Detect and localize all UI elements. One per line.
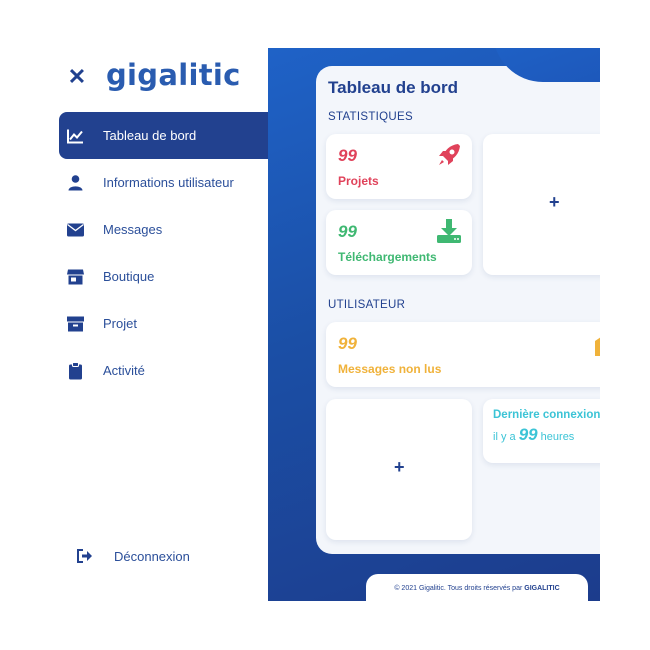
brand-logo: gigalitic bbox=[106, 58, 241, 92]
last-login-prefix: il y a bbox=[493, 431, 516, 443]
logout-label: Déconnexion bbox=[114, 548, 190, 564]
sidebar-item-label: Tableau de bord bbox=[103, 128, 197, 143]
page-title: Tableau de bord bbox=[328, 78, 459, 97]
add-user-tile[interactable]: + bbox=[326, 399, 472, 540]
clock-icon bbox=[595, 439, 600, 453]
sidebar-item-label: Activité bbox=[103, 363, 145, 378]
close-menu-button[interactable]: ✕ bbox=[66, 66, 88, 88]
logout-button[interactable]: Déconnexion bbox=[76, 545, 190, 567]
rocket-icon bbox=[436, 142, 462, 168]
envelope-open-icon bbox=[594, 332, 600, 358]
last-login-label: Dernière connexion bbox=[493, 409, 600, 421]
projects-label: Projets bbox=[338, 174, 379, 188]
unread-messages-tile[interactable]: 99 Messages non lus bbox=[326, 322, 600, 387]
copyright-text: © 2021 Gigalitic. Tous droits réservés p… bbox=[394, 585, 523, 592]
downloads-count: 99 bbox=[338, 222, 357, 241]
sidebar-item-project[interactable]: Projet bbox=[59, 300, 268, 347]
last-login-tile[interactable]: Dernière connexion il y a 99 heures bbox=[483, 399, 600, 463]
sidebar-item-label: Messages bbox=[103, 222, 163, 237]
user-icon bbox=[67, 174, 84, 191]
add-user-button[interactable]: + bbox=[394, 457, 405, 478]
projects-count: 99 bbox=[338, 146, 357, 165]
footer-brand-link[interactable]: GIGALITIC bbox=[524, 585, 559, 592]
close-icon: ✕ bbox=[67, 64, 87, 89]
unread-count: 99 bbox=[338, 334, 357, 353]
sidebar-item-label: Boutique bbox=[103, 269, 155, 284]
box-icon bbox=[67, 315, 84, 332]
add-statistic-tile[interactable]: + bbox=[483, 134, 600, 275]
downloads-label: Téléchargements bbox=[338, 250, 437, 264]
sidebar-item-label: Projet bbox=[103, 316, 137, 331]
sidebar-item-label: Informations utilisateur bbox=[103, 175, 234, 190]
sidebar-item-messages[interactable]: Messages bbox=[59, 206, 268, 253]
add-statistic-button[interactable]: + bbox=[549, 192, 560, 213]
sidebar-item-activity[interactable]: Activité bbox=[59, 347, 268, 394]
store-icon bbox=[67, 268, 84, 285]
footer: © 2021 Gigalitic. Tous droits réservés p… bbox=[366, 574, 588, 601]
sidebar-item-dashboard[interactable]: Tableau de bord bbox=[59, 112, 268, 159]
sidebar-item-user-info[interactable]: Informations utilisateur bbox=[59, 159, 268, 206]
chart-line-icon bbox=[67, 127, 84, 144]
dashboard-card: Tableau de bord STATISTIQUES 99 Projets … bbox=[316, 66, 600, 554]
last-login-hours: 99 bbox=[518, 425, 538, 444]
downloads-tile[interactable]: 99 Téléchargements bbox=[326, 210, 472, 275]
clipboard-icon bbox=[67, 362, 84, 379]
sidebar-nav: Tableau de bord Informations utilisateur… bbox=[59, 112, 268, 394]
last-login-suffix: heures bbox=[540, 431, 575, 443]
projects-tile[interactable]: 99 Projets bbox=[326, 134, 472, 199]
unread-label: Messages non lus bbox=[338, 362, 442, 376]
download-icon bbox=[436, 218, 462, 244]
last-login-text: il y a 99 heures bbox=[493, 425, 574, 445]
content-panel: Tableau de bord STATISTIQUES 99 Projets … bbox=[268, 48, 600, 601]
sidebar-item-shop[interactable]: Boutique bbox=[59, 253, 268, 300]
statistics-heading: STATISTIQUES bbox=[328, 111, 413, 123]
sign-out-icon bbox=[76, 547, 94, 565]
footer-text: © 2021 Gigalitic. Tous droits réservés p… bbox=[366, 585, 588, 592]
user-heading: UTILISATEUR bbox=[328, 299, 406, 311]
envelope-icon bbox=[67, 221, 84, 238]
